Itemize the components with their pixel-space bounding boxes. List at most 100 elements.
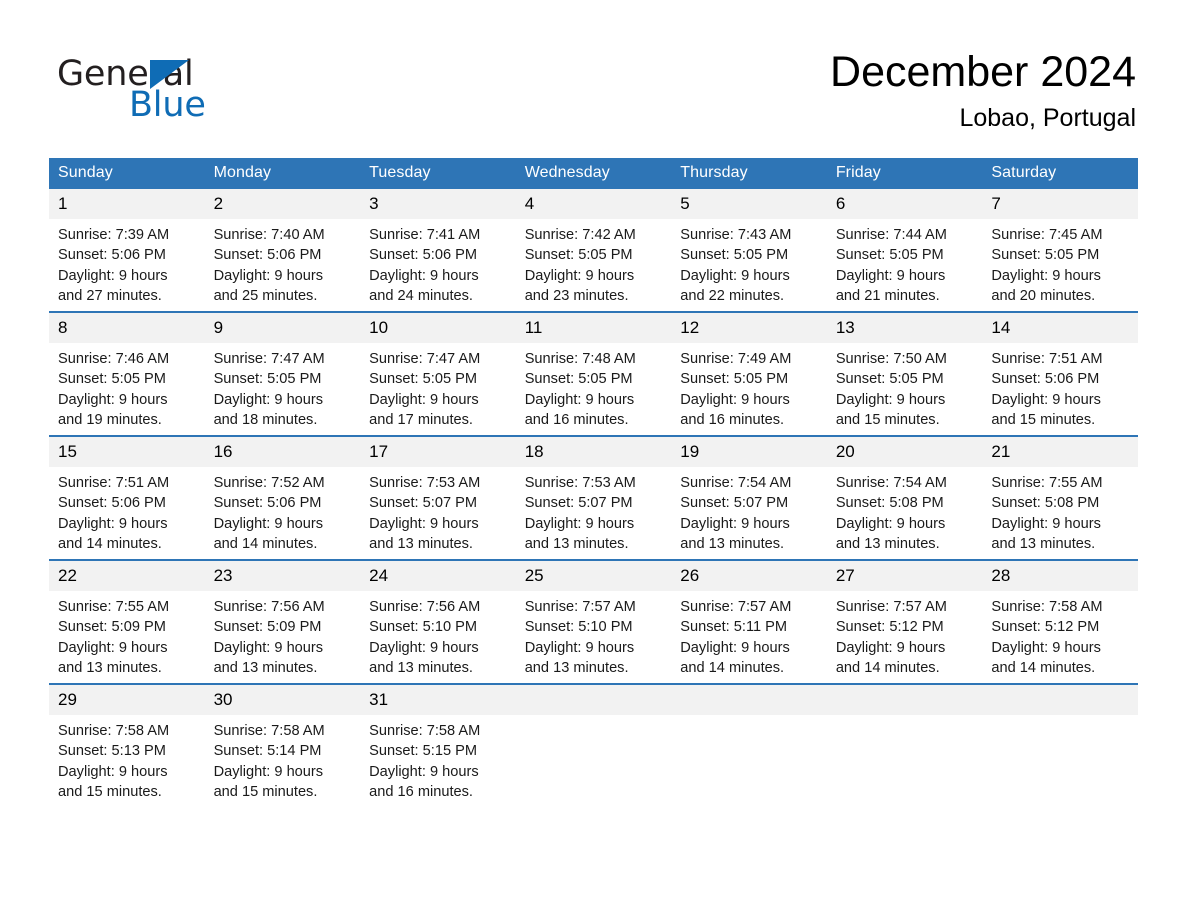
logo-text-blue: Blue bbox=[129, 85, 206, 125]
daylight-text-line2: and 13 minutes. bbox=[991, 535, 1096, 552]
sunrise-text: Sunrise: 7:53 AM bbox=[369, 475, 481, 491]
day-number[interactable]: 29 bbox=[49, 685, 205, 715]
daylight-text-line1: Daylight: 9 hours bbox=[58, 267, 168, 284]
day-number[interactable]: 16 bbox=[204, 437, 361, 467]
sunset-text: Sunset: 5:05 PM bbox=[835, 247, 944, 264]
sunrise-text: Sunrise: 7:57 AM bbox=[524, 599, 636, 615]
sunset-text: Sunset: 5:07 PM bbox=[369, 495, 478, 512]
daylight-text-line1: Daylight: 9 hours bbox=[991, 639, 1101, 656]
week-row-daynumbers: 1 2 3 4 5 6 7 bbox=[49, 189, 1138, 219]
day-cell: Sunrise: 7:56 AM Sunset: 5:09 PM Dayligh… bbox=[204, 591, 361, 683]
day-number[interactable]: 20 bbox=[826, 437, 983, 467]
sunset-text: Sunset: 5:10 PM bbox=[369, 619, 478, 636]
daylight-text-line2: and 16 minutes. bbox=[680, 411, 785, 428]
day-number[interactable]: 8 bbox=[49, 313, 205, 343]
day-number[interactable]: 22 bbox=[49, 561, 205, 591]
day-number[interactable]: 17 bbox=[360, 437, 516, 467]
day-number[interactable]: 9 bbox=[204, 313, 361, 343]
daylight-text-line2: and 19 minutes. bbox=[58, 411, 162, 428]
daylight-text-line2: and 24 minutes. bbox=[369, 287, 473, 304]
sunrise-text: Sunrise: 7:47 AM bbox=[213, 351, 325, 367]
day-cell: Sunrise: 7:58 AM Sunset: 5:13 PM Dayligh… bbox=[49, 715, 205, 807]
calendar-body: 1 2 3 4 5 6 7 Sunrise: 7:39 AM Sunset: 5… bbox=[49, 189, 1138, 807]
daylight-text-line1: Daylight: 9 hours bbox=[835, 515, 946, 532]
daylight-text-line2: and 16 minutes. bbox=[524, 411, 629, 428]
day-cell: Sunrise: 7:57 AM Sunset: 5:10 PM Dayligh… bbox=[515, 591, 672, 683]
day-number[interactable]: 1 bbox=[49, 189, 205, 219]
sunset-text: Sunset: 5:05 PM bbox=[369, 371, 478, 388]
sunset-text: Sunset: 5:12 PM bbox=[991, 619, 1100, 636]
week-row-details: Sunrise: 7:58 AM Sunset: 5:13 PM Dayligh… bbox=[49, 715, 1138, 807]
day-cell: Sunrise: 7:49 AM Sunset: 5:05 PM Dayligh… bbox=[671, 343, 827, 435]
sunrise-text: Sunrise: 7:47 AM bbox=[369, 351, 481, 367]
sunrise-text: Sunrise: 7:51 AM bbox=[58, 475, 170, 491]
daylight-text-line2: and 15 minutes. bbox=[213, 783, 318, 800]
sunset-text: Sunset: 5:07 PM bbox=[524, 495, 633, 512]
daylight-text-line1: Daylight: 9 hours bbox=[369, 391, 479, 408]
daylight-text-line1: Daylight: 9 hours bbox=[58, 515, 168, 532]
daylight-text-line2: and 14 minutes. bbox=[58, 535, 162, 552]
sunset-text: Sunset: 5:12 PM bbox=[835, 619, 944, 636]
day-number[interactable]: 4 bbox=[515, 189, 672, 219]
daylight-text-line2: and 13 minutes. bbox=[835, 535, 940, 552]
weekday-header-friday: Friday bbox=[826, 158, 983, 189]
day-cell: Sunrise: 7:48 AM Sunset: 5:05 PM Dayligh… bbox=[515, 343, 672, 435]
sunset-text: Sunset: 5:11 PM bbox=[680, 619, 788, 636]
day-number[interactable]: 31 bbox=[360, 685, 516, 715]
day-number[interactable]: 13 bbox=[826, 313, 983, 343]
day-number[interactable]: 12 bbox=[671, 313, 827, 343]
day-number[interactable]: 6 bbox=[826, 189, 983, 219]
sunset-text: Sunset: 5:06 PM bbox=[58, 495, 166, 512]
daylight-text-line2: and 14 minutes. bbox=[835, 659, 940, 676]
daylight-text-line1: Daylight: 9 hours bbox=[991, 515, 1101, 532]
sunrise-text: Sunrise: 7:57 AM bbox=[835, 599, 947, 615]
day-number[interactable]: 10 bbox=[360, 313, 516, 343]
week-row-daynumbers: 8 9 10 11 12 13 14 bbox=[49, 313, 1138, 343]
daylight-text-line1: Daylight: 9 hours bbox=[524, 267, 635, 284]
day-cell: Sunrise: 7:39 AM Sunset: 5:06 PM Dayligh… bbox=[49, 219, 205, 311]
day-cell: Sunrise: 7:54 AM Sunset: 5:07 PM Dayligh… bbox=[671, 467, 827, 559]
day-number[interactable]: 28 bbox=[982, 561, 1138, 591]
day-number[interactable]: 25 bbox=[515, 561, 672, 591]
daylight-text-line1: Daylight: 9 hours bbox=[213, 639, 324, 656]
daylight-text-line2: and 23 minutes. bbox=[524, 287, 629, 304]
daylight-text-line2: and 15 minutes. bbox=[58, 783, 162, 800]
day-number[interactable]: 11 bbox=[515, 313, 672, 343]
day-number[interactable]: 15 bbox=[49, 437, 205, 467]
day-number[interactable]: 2 bbox=[204, 189, 361, 219]
day-number[interactable]: 27 bbox=[826, 561, 983, 591]
sunset-text: Sunset: 5:08 PM bbox=[835, 495, 944, 512]
day-number[interactable]: 24 bbox=[360, 561, 516, 591]
daylight-text-line1: Daylight: 9 hours bbox=[58, 391, 168, 408]
day-number-empty bbox=[826, 685, 983, 715]
day-number[interactable]: 23 bbox=[204, 561, 361, 591]
day-number[interactable]: 14 bbox=[982, 313, 1138, 343]
sunrise-text: Sunrise: 7:39 AM bbox=[58, 227, 170, 243]
sunrise-text: Sunrise: 7:53 AM bbox=[524, 475, 636, 491]
day-number[interactable]: 19 bbox=[671, 437, 827, 467]
sunrise-text: Sunrise: 7:52 AM bbox=[213, 475, 325, 491]
sunset-text: Sunset: 5:05 PM bbox=[680, 371, 789, 388]
day-cell: Sunrise: 7:57 AM Sunset: 5:11 PM Dayligh… bbox=[671, 591, 827, 683]
daylight-text-line2: and 13 minutes. bbox=[524, 659, 629, 676]
sunset-text: Sunset: 5:08 PM bbox=[991, 495, 1100, 512]
day-number[interactable]: 7 bbox=[982, 189, 1138, 219]
day-cell: Sunrise: 7:58 AM Sunset: 5:14 PM Dayligh… bbox=[204, 715, 361, 807]
sunrise-text: Sunrise: 7:40 AM bbox=[213, 227, 325, 243]
day-cell-empty bbox=[671, 715, 827, 807]
day-number[interactable]: 21 bbox=[982, 437, 1138, 467]
day-number[interactable]: 5 bbox=[671, 189, 827, 219]
day-number[interactable]: 3 bbox=[360, 189, 516, 219]
day-number-empty bbox=[515, 685, 672, 715]
day-number[interactable]: 30 bbox=[204, 685, 361, 715]
weekday-header-thursday: Thursday bbox=[671, 158, 827, 189]
daylight-text-line2: and 13 minutes. bbox=[213, 659, 318, 676]
page-title: December 2024 bbox=[830, 48, 1136, 96]
day-number[interactable]: 26 bbox=[671, 561, 827, 591]
daylight-text-line1: Daylight: 9 hours bbox=[58, 639, 168, 656]
title-block: December 2024 Lobao, Portugal bbox=[830, 46, 1136, 134]
day-cell: Sunrise: 7:50 AM Sunset: 5:05 PM Dayligh… bbox=[826, 343, 983, 435]
day-cell-empty bbox=[515, 715, 672, 807]
daylight-text-line1: Daylight: 9 hours bbox=[58, 763, 168, 780]
day-number[interactable]: 18 bbox=[515, 437, 672, 467]
